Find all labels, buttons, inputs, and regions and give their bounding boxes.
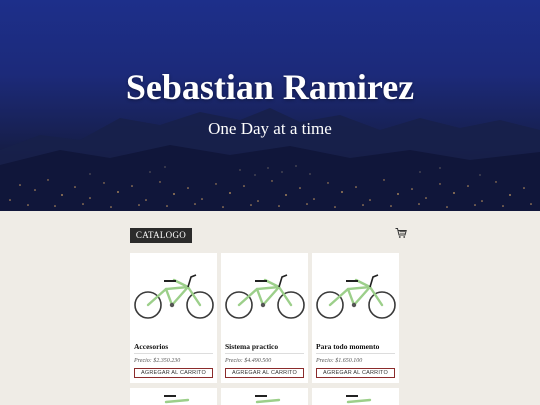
add-to-cart-button[interactable]: AGREGAR AL CARRITO [316, 368, 395, 378]
product-card: Accesorios Precio: $2.350.230 AGREGAR AL… [130, 253, 217, 383]
product-card: Sistema practico Precio: $4.490.500 AGRE… [221, 253, 308, 383]
product-price: Precio: $1.650.100 [316, 358, 363, 364]
cart-icon[interactable] [395, 227, 407, 239]
add-to-cart-button[interactable]: AGREGAR AL CARRITO [225, 368, 304, 378]
product-name: Accesorios [134, 342, 169, 351]
divider [316, 353, 395, 354]
divider [225, 353, 304, 354]
hero-banner: Sebastian Ramirez One Day at a time [0, 0, 540, 211]
product-card-partial [130, 388, 217, 405]
bike-image[interactable] [312, 253, 399, 338]
bike-image[interactable] [130, 388, 217, 405]
divider [134, 353, 213, 354]
bike-image[interactable] [130, 253, 217, 338]
bike-image[interactable] [221, 253, 308, 338]
product-price: Precio: $2.350.230 [134, 358, 181, 364]
product-price: Precio: $4.490.500 [225, 358, 272, 364]
product-card: Para todo momento Precio: $1.650.100 AGR… [312, 253, 399, 383]
bike-image[interactable] [221, 388, 308, 405]
catalog-tab[interactable]: CATALOGO [130, 228, 192, 243]
add-to-cart-button[interactable]: AGREGAR AL CARRITO [134, 368, 213, 378]
product-name: Para todo momento [316, 342, 380, 351]
site-title: Sebastian Ramirez [125, 67, 415, 107]
product-name: Sistema practico [225, 342, 279, 351]
product-card-partial [312, 388, 399, 405]
bike-image[interactable] [312, 388, 399, 405]
product-card-partial [221, 388, 308, 405]
site-tagline: One Day at a time [208, 119, 332, 138]
